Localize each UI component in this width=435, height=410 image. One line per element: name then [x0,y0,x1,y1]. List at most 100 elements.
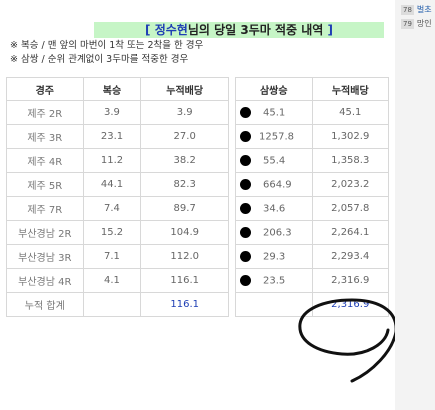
bullet-icon [240,202,251,214]
cumulative-cell: 2,316.9 [311,268,389,293]
bullet-icon [240,274,251,286]
trifecta-table: 삼쌍승 누적배당 45.1 45.1 1257.8 1,302.9 55.4 1… [235,77,389,317]
quinella-cell: 3.9 [82,100,142,125]
trifecta-value: 34.6 [263,203,286,215]
total-row: 2,316.9 [235,292,389,317]
trifecta-cell: 206.3 [235,220,313,245]
note-trifecta: ※ 삼쌍 / 순위 관계없이 3두마를 적중한 경우 [10,54,189,65]
trifecta-cell: 664.9 [235,172,313,197]
cumulative-cell: 27.0 [140,124,229,149]
race-cell: 제주 5R [6,172,84,197]
trifecta-value: 206.3 [263,227,292,239]
sidebar-item-number: 79 [401,19,414,29]
trifecta-value: 23.5 [263,275,286,287]
table-row: 제주 2R 3.9 3.9 [6,100,229,125]
race-cell: 부산경남 2R [6,220,84,245]
trifecta-value: 45.1 [263,107,286,119]
cumulative-cell: 2,023.2 [311,172,389,197]
table-row: 부산경남 4R 4.1 116.1 [6,268,229,293]
table-row: 29.3 2,293.4 [235,244,389,269]
table-row: 55.4 1,358.3 [235,148,389,173]
total-value: 116.1 [140,292,229,317]
total-label: 누적 합계 [6,292,84,317]
quinella-cell: 15.2 [82,220,142,245]
table-row: 34.6 2,057.8 [235,196,389,221]
sidebar-item[interactable]: 78 벌초 [401,4,435,15]
quinella-cell: 7.4 [82,196,142,221]
trifecta-value: 55.4 [263,155,286,167]
trifecta-cell: 34.6 [235,196,313,221]
table-row: 제주 7R 7.4 89.7 [6,196,229,221]
table-row: 45.1 45.1 [235,100,389,125]
quinella-cell: 11.2 [82,148,142,173]
quinella-cell: 23.1 [82,124,142,149]
cumulative-cell: 89.7 [140,196,229,221]
right-sidebar: 78 벌초 79 망인 [395,0,435,410]
col-header-cumulative: 누적배당 [311,77,389,101]
post-content: [ 정수현님의 당일 3두마 적중 내역 ] ※ 복승 / 맨 앞의 마번이 1… [0,0,395,410]
cumulative-cell: 2,264.1 [311,220,389,245]
trifecta-cell: 55.4 [235,148,313,173]
col-header-race: 경주 [6,77,84,101]
quinella-table: 경주 복승 누적배당 제주 2R 3.9 3.9 제주 3R 23.1 27.0… [6,77,229,317]
cumulative-cell: 2,057.8 [311,196,389,221]
bullet-icon [240,130,251,142]
cumulative-cell: 45.1 [311,100,389,125]
total-row: 누적 합계 116.1 [6,292,229,317]
quinella-cell: 4.1 [82,268,142,293]
cumulative-cell: 82.3 [140,172,229,197]
quinella-cell: 44.1 [82,172,142,197]
trifecta-cell: 45.1 [235,100,313,125]
cumulative-cell: 38.2 [140,148,229,173]
sidebar-item-link[interactable]: 벌초 [417,5,432,14]
race-cell: 제주 4R [6,148,84,173]
cumulative-cell: 1,358.3 [311,148,389,173]
heading-name: 정수현 [154,23,188,37]
cumulative-cell: 116.1 [140,268,229,293]
table-row: 664.9 2,023.2 [235,172,389,197]
bullet-icon [240,226,251,238]
col-header-quinella: 복승 [82,77,142,101]
table-row: 206.3 2,264.1 [235,220,389,245]
table-row: 제주 3R 23.1 27.0 [6,124,229,149]
quinella-cell: 7.1 [82,244,142,269]
bullet-icon [240,106,251,118]
table-row: 제주 5R 44.1 82.3 [6,172,229,197]
table-row: 부산경남 2R 15.2 104.9 [6,220,229,245]
table-row: 1257.8 1,302.9 [235,124,389,149]
bullet-icon [240,250,251,262]
sidebar-item-number: 78 [401,5,414,15]
trifecta-value: 664.9 [263,179,292,191]
bullet-icon [240,178,251,190]
table-row: 부산경남 3R 7.1 112.0 [6,244,229,269]
bullet-icon [240,154,251,166]
cumulative-cell: 112.0 [140,244,229,269]
table-row: 23.5 2,316.9 [235,268,389,293]
post-heading: [ 정수현님의 당일 3두마 적중 내역 ] [94,22,384,38]
total-value: 2,316.9 [311,292,389,317]
race-cell: 부산경남 4R [6,268,84,293]
trifecta-cell: 1257.8 [235,124,313,149]
trifecta-cell: 29.3 [235,244,313,269]
total-empty-cell [235,292,313,317]
race-cell: 제주 2R [6,100,84,125]
cumulative-cell: 1,302.9 [311,124,389,149]
note-quinella: ※ 복승 / 맨 앞의 마번이 1착 또는 2착을 한 경우 [10,40,204,51]
table-row: 제주 4R 11.2 38.2 [6,148,229,173]
cumulative-cell: 2,293.4 [311,244,389,269]
race-cell: 제주 3R [6,124,84,149]
sidebar-item[interactable]: 79 망인 [401,18,435,29]
heading-bracket-open: [ [145,23,151,37]
race-cell: 제주 7R [6,196,84,221]
table-header-row: 삼쌍승 누적배당 [235,77,389,101]
trifecta-value: 29.3 [263,251,286,263]
col-header-cumulative: 누적배당 [140,77,229,101]
trifecta-cell: 23.5 [235,268,313,293]
trifecta-value: 1257.8 [259,131,294,143]
cumulative-cell: 104.9 [140,220,229,245]
heading-bracket-close: ] [327,23,333,37]
total-empty-cell [82,292,142,317]
sidebar-item-link[interactable]: 망인 [417,19,432,28]
race-cell: 부산경남 3R [6,244,84,269]
col-header-trifecta: 삼쌍승 [235,77,313,101]
